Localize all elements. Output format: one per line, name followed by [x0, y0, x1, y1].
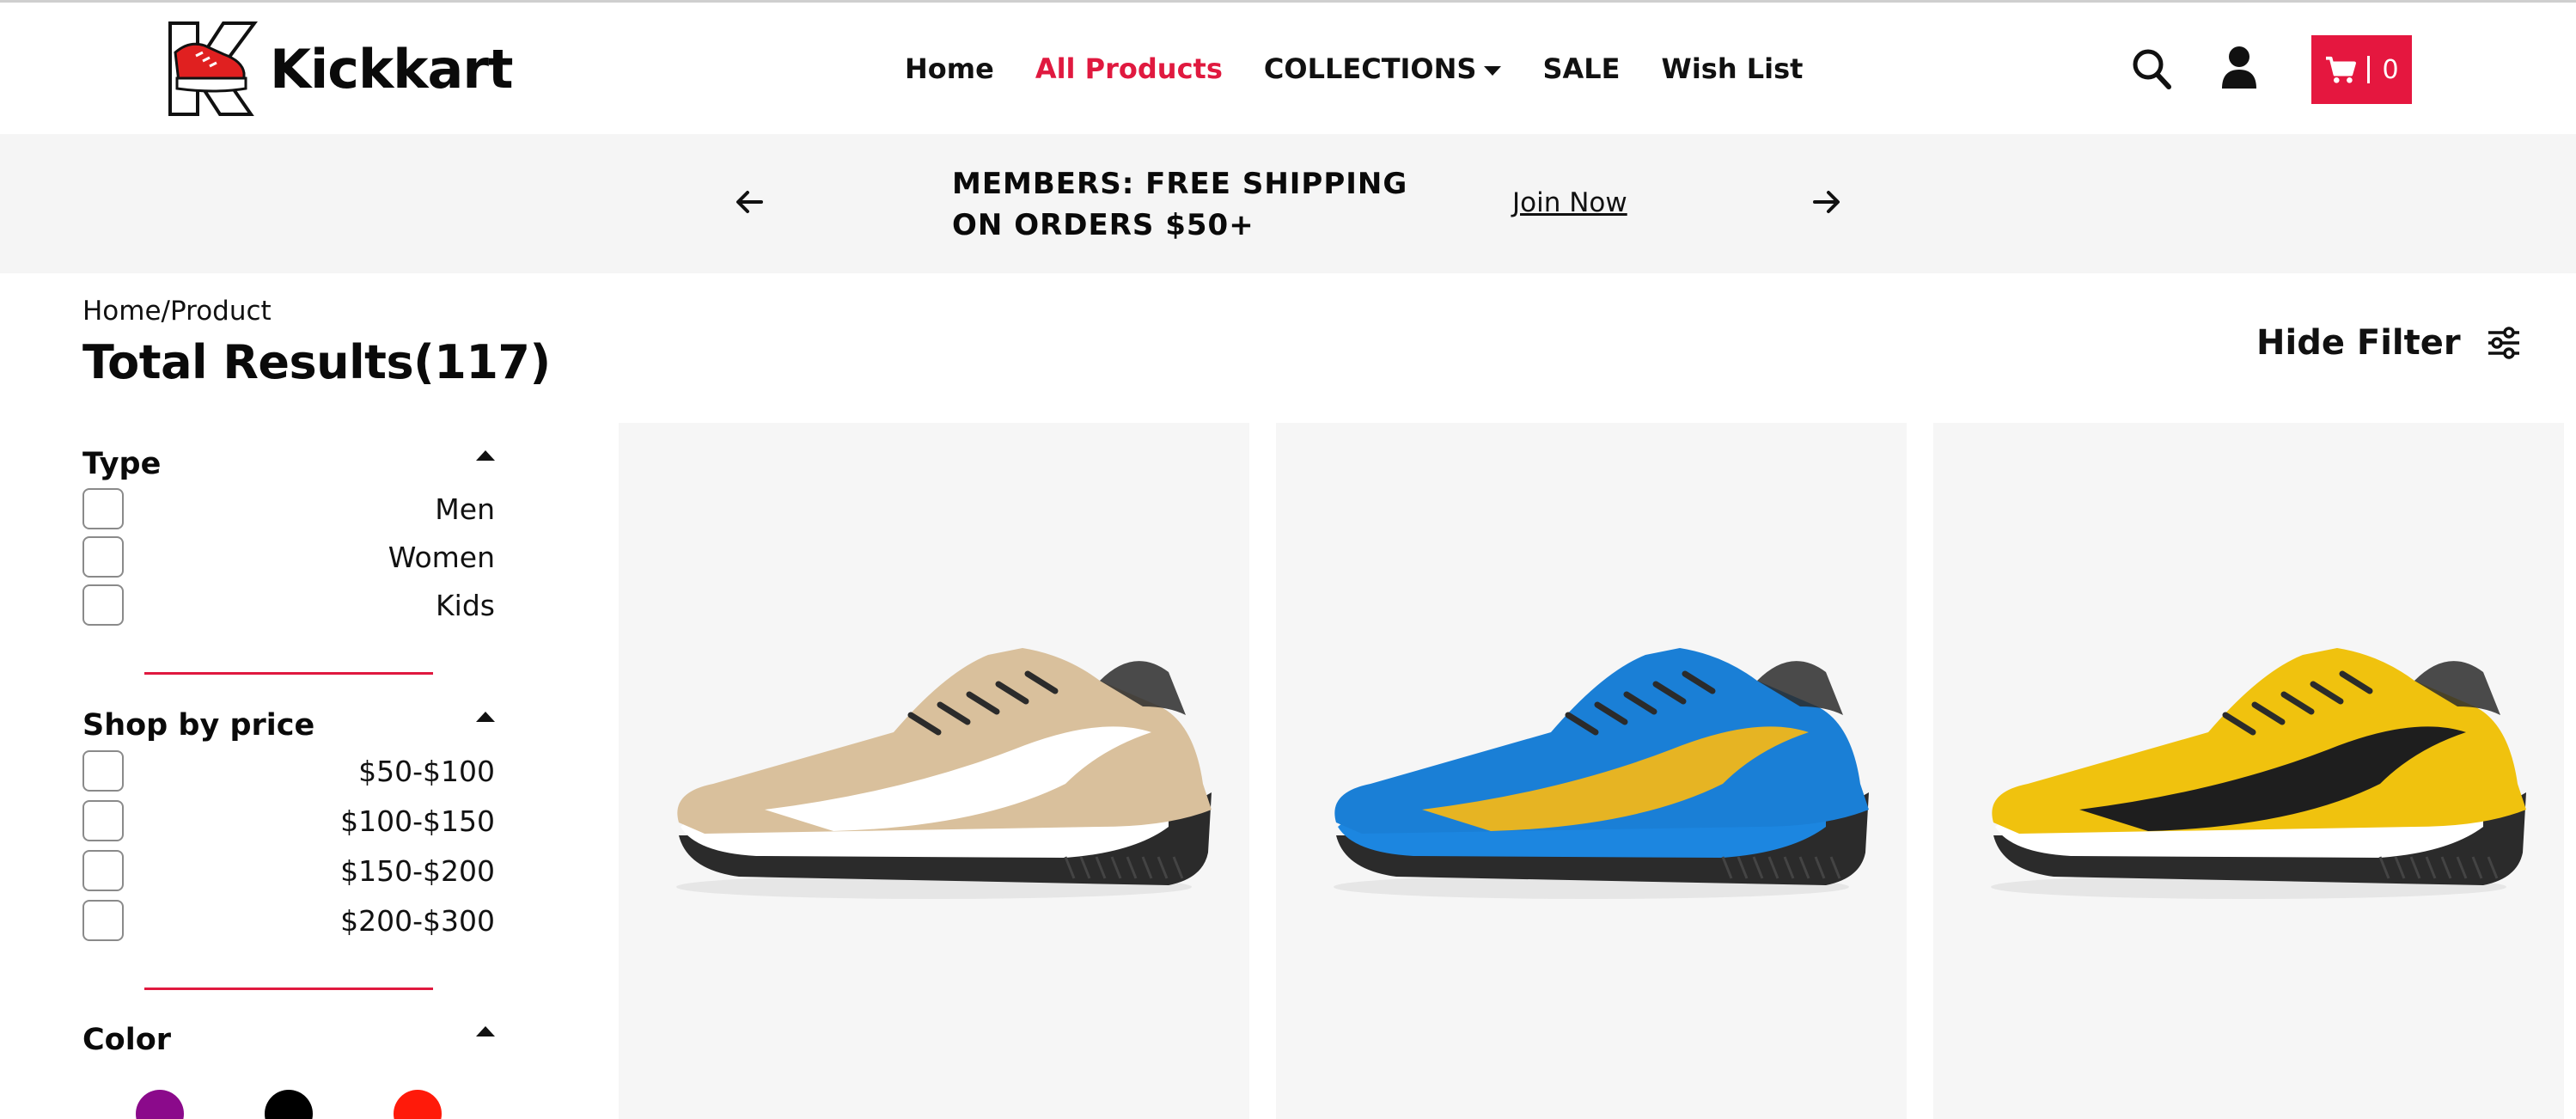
arrow-right-icon[interactable]: [1808, 184, 1844, 220]
filter-option-label: Women: [388, 540, 495, 574]
join-now-link[interactable]: Join Now: [1512, 187, 1627, 218]
page-title: Total Results(117): [82, 335, 551, 389]
collapse-up-icon: [476, 1026, 495, 1036]
filter-option-label: $200-$300: [340, 903, 495, 938]
filter-type: Type Men Women Kids: [82, 447, 495, 629]
filter-option-label: $150-$200: [340, 853, 495, 888]
promo-banner: MEMBERS: FREE SHIPPING ON ORDERS $50+ Jo…: [0, 134, 2576, 273]
site-header: Kickkart Home All Products COLLECTIONS S…: [0, 3, 2576, 134]
shoe-drawing: [676, 648, 1212, 899]
filter-option-label: $100-$150: [340, 804, 495, 838]
product-card[interactable]: [619, 423, 1249, 1119]
filter-color-title: Color: [82, 1023, 172, 1057]
filter-option: Men: [82, 485, 495, 533]
filter-option: Kids: [82, 581, 495, 629]
nav-collections[interactable]: COLLECTIONS: [1264, 52, 1502, 85]
filter-price-header[interactable]: Shop by price: [82, 708, 495, 746]
caret-down-icon: [1484, 65, 1502, 76]
shoe-image-beige: [676, 648, 1212, 899]
nav-wish-list[interactable]: Wish List: [1662, 52, 1804, 85]
hide-filter-button[interactable]: Hide Filter: [2256, 323, 2523, 363]
filter-option: Women: [82, 533, 495, 581]
filter-option: $50-$100: [82, 746, 495, 796]
filter-price: Shop by price $50-$100 $100-$150 $150-$2…: [82, 708, 495, 945]
checkbox-price-50-100[interactable]: [82, 750, 124, 792]
product-card[interactable]: [1276, 423, 1907, 1119]
cart-icon: [2326, 56, 2357, 83]
checkbox-women[interactable]: [82, 536, 124, 578]
filter-option: $100-$150: [82, 796, 495, 846]
arrow-left-icon[interactable]: [732, 184, 768, 220]
hide-filter-label: Hide Filter: [2256, 323, 2461, 363]
sliders-icon: [2487, 327, 2519, 359]
filter-option: $150-$200: [82, 846, 495, 896]
brand-logo[interactable]: Kickkart: [163, 18, 514, 119]
color-swatch-red[interactable]: [394, 1090, 442, 1119]
nav-all-products-label: All Products: [1035, 52, 1223, 85]
cart-count: 0: [2382, 54, 2399, 85]
filter-color-header[interactable]: Color: [82, 1023, 495, 1061]
nav-wish-list-label: Wish List: [1661, 52, 1804, 85]
cart-separator: [2367, 56, 2371, 83]
brand-name: Kickkart: [270, 37, 514, 101]
color-swatch-black[interactable]: [265, 1090, 313, 1119]
filter-option-label: $50-$100: [358, 754, 495, 788]
filter-color: Color: [82, 1023, 495, 1061]
color-swatch-purple[interactable]: [136, 1090, 184, 1119]
nav-sale-label: SALE: [1542, 52, 1621, 85]
section-divider: [144, 672, 433, 675]
checkbox-men[interactable]: [82, 488, 124, 529]
shoe-drawing: [1334, 648, 1869, 899]
nav-home-label: Home: [905, 52, 994, 85]
shoe-image-blue: [1334, 648, 1869, 899]
nav-home[interactable]: Home: [905, 52, 994, 85]
checkbox-price-150-200[interactable]: [82, 850, 124, 891]
checkbox-kids[interactable]: [82, 584, 124, 626]
checkbox-price-200-300[interactable]: [82, 900, 124, 941]
promo-message: MEMBERS: FREE SHIPPING ON ORDERS $50+: [952, 167, 1408, 242]
filter-type-title: Type: [82, 447, 162, 481]
breadcrumb[interactable]: Home/Product: [82, 296, 272, 327]
cart-button[interactable]: 0: [2311, 35, 2412, 104]
logo-icon: [168, 21, 258, 116]
filter-option-label: Kids: [436, 588, 495, 622]
nav-all-products[interactable]: All Products: [1035, 52, 1223, 85]
shoe-image-yellow: [1991, 648, 2526, 899]
collapse-up-icon: [476, 450, 495, 461]
collapse-up-icon: [476, 712, 495, 722]
product-card[interactable]: [1933, 423, 2564, 1119]
search-icon[interactable]: [2131, 47, 2172, 90]
shoe-drawing: [1991, 648, 2526, 899]
nav-sale[interactable]: SALE: [1542, 52, 1620, 85]
user-icon[interactable]: [2220, 46, 2258, 90]
nav-collections-label: COLLECTIONS: [1263, 52, 1477, 85]
filter-type-header[interactable]: Type: [82, 447, 495, 485]
filter-option-label: Men: [435, 492, 495, 526]
checkbox-price-100-150[interactable]: [82, 800, 124, 841]
section-divider: [144, 988, 433, 990]
main-nav: Home All Products COLLECTIONS SALE Wish …: [905, 47, 1844, 90]
filter-price-title: Shop by price: [82, 708, 315, 743]
filter-option: $200-$300: [82, 896, 495, 945]
